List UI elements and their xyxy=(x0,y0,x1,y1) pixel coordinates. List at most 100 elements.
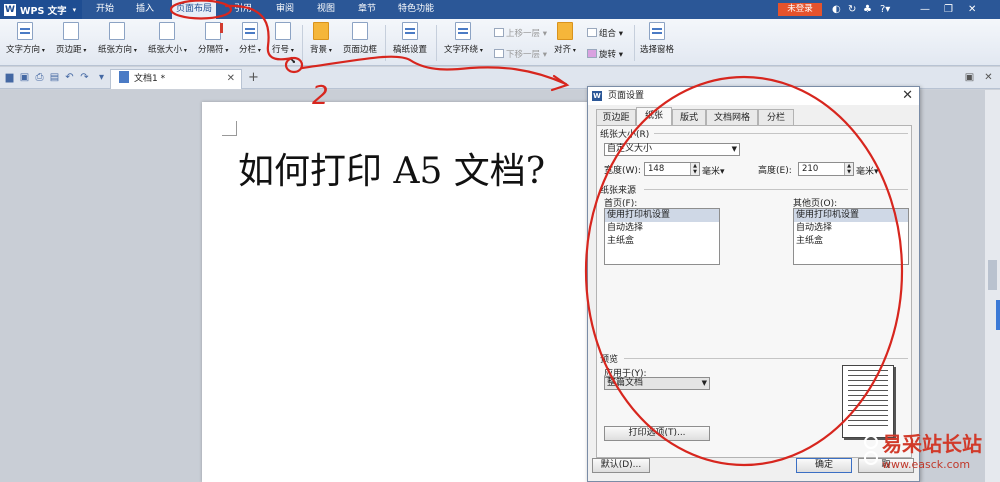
app-name: WPS 文字 xyxy=(20,5,67,17)
ribbon-divider xyxy=(385,25,386,61)
side-panel-tab[interactable] xyxy=(996,300,1000,330)
rotate-button[interactable]: 旋转 ▾ xyxy=(587,48,623,60)
tab-paper[interactable]: 纸张 xyxy=(636,107,672,126)
ribbon-divider xyxy=(634,25,635,61)
page-border-button[interactable]: 页面边框 xyxy=(343,22,377,55)
close-tab-icon[interactable]: ✕ xyxy=(227,70,235,88)
open-folder-icon[interactable]: ▆ xyxy=(4,72,15,83)
width-spinner[interactable]: 148 ▲ ▼ xyxy=(644,162,700,176)
save-icon[interactable]: ▣ xyxy=(19,72,30,83)
tab-margins[interactable]: 页边距 xyxy=(596,109,636,126)
menu-special-features[interactable]: 特色功能 xyxy=(398,0,434,19)
help-icon[interactable]: ?▾ xyxy=(880,0,890,19)
menu-references[interactable]: 引用 xyxy=(234,0,252,19)
skin-icon[interactable]: ◐ xyxy=(832,0,841,19)
tab-layout[interactable]: 版式 xyxy=(672,109,706,126)
margins-button[interactable]: 页边距 xyxy=(56,22,86,55)
list-item[interactable]: 自动选择 xyxy=(794,222,908,235)
first-page-tray-list[interactable]: 使用打印机设置 自动选择 主纸盒 xyxy=(604,208,720,265)
default-button[interactable]: 默认(D)... xyxy=(592,458,650,473)
send-backward-button[interactable]: 下移一层 ▾ xyxy=(494,48,547,60)
group-divider xyxy=(624,358,908,359)
chevron-down-icon: ▼ xyxy=(731,145,737,153)
paper-size-icon xyxy=(159,22,176,40)
minimize-icon[interactable]: — xyxy=(920,0,930,19)
list-item[interactable]: 自动选择 xyxy=(605,222,719,235)
print-preview-icon[interactable]: ▤ xyxy=(49,72,60,83)
quick-access-dropdown-icon[interactable]: ▾ xyxy=(96,72,107,83)
spinner-arrows-icon[interactable]: ▲ ▼ xyxy=(690,163,699,175)
apply-to-select[interactable]: 整篇文档 ▼ xyxy=(604,377,710,390)
list-item[interactable]: 使用打印机设置 xyxy=(605,209,719,222)
document-tab[interactable]: 文档1 * ✕ xyxy=(110,69,242,89)
document-heading[interactable]: 如何打印 A5 文档? xyxy=(238,142,545,194)
print-options-button[interactable]: 打印选项(T)... xyxy=(604,426,710,441)
page-setup-launcher-icon[interactable]: ⬊ xyxy=(290,57,296,65)
ribbon-divider xyxy=(436,25,437,61)
scrollbar-thumb[interactable] xyxy=(988,260,997,290)
menu-view[interactable]: 视图 xyxy=(317,0,335,19)
watermark-url: www.easck.com xyxy=(882,458,971,471)
ribbon-divider xyxy=(302,25,303,61)
preview-group-label: 预览 xyxy=(600,355,619,365)
menu-review[interactable]: 审阅 xyxy=(276,0,294,19)
paper-size-button[interactable]: 纸张大小 xyxy=(148,22,187,55)
other-pages-tray-list[interactable]: 使用打印机设置 自动选择 主纸盒 xyxy=(793,208,909,265)
tab-columns[interactable]: 分栏 xyxy=(758,109,794,126)
print-icon[interactable]: ⎙ xyxy=(34,72,45,83)
redo-icon[interactable]: ↷ xyxy=(79,72,90,83)
list-item[interactable]: 主纸盒 xyxy=(794,235,908,248)
tab-document-grid[interactable]: 文档网格 xyxy=(706,109,758,126)
panel-close-icon[interactable]: ✕ xyxy=(983,72,994,83)
height-spinner[interactable]: 210 ▲ ▼ xyxy=(798,162,854,176)
menu-chapter[interactable]: 章节 xyxy=(358,0,376,19)
list-item[interactable]: 使用打印机设置 xyxy=(794,209,908,222)
ok-button[interactable]: 确定 xyxy=(796,458,852,473)
chevron-down-icon: ▼ xyxy=(701,379,707,387)
dialog-close-icon[interactable]: ✕ xyxy=(902,87,913,105)
orientation-icon xyxy=(109,22,126,40)
background-button[interactable]: 背景 xyxy=(310,22,332,55)
columns-button[interactable]: 分栏 xyxy=(239,22,261,55)
align-icon xyxy=(556,22,573,40)
line-numbers-button[interactable]: 行号 xyxy=(272,22,294,55)
orientation-button[interactable]: 纸张方向 xyxy=(98,22,137,55)
login-button[interactable]: 未登录 xyxy=(778,3,822,16)
text-wrap-button[interactable]: 文字环绕 xyxy=(444,22,483,55)
shirt-icon[interactable]: ♣ xyxy=(863,0,872,19)
document-icon xyxy=(119,71,129,83)
bring-forward-button[interactable]: 上移一层 ▾ xyxy=(494,27,547,39)
app-menu-button[interactable]: W WPS 文字 ▾ xyxy=(0,0,82,19)
new-tab-icon[interactable]: + xyxy=(248,69,259,87)
menu-home[interactable]: 开始 xyxy=(96,0,114,19)
paper-size-select[interactable]: 自定义大小 ▼ xyxy=(604,143,740,156)
site-watermark: 易采站长站 www.easck.com xyxy=(860,424,1000,482)
align-button[interactable]: 对齐 xyxy=(554,22,576,55)
paper-source-group-label: 纸张来源 xyxy=(600,186,637,196)
watermark-logo-icon xyxy=(864,435,878,465)
text-wrap-icon xyxy=(455,22,472,40)
menu-insert[interactable]: 插入 xyxy=(136,0,154,19)
manuscript-icon xyxy=(402,22,418,40)
list-item[interactable]: 主纸盒 xyxy=(605,235,719,248)
undo-icon[interactable]: ↶ xyxy=(64,72,75,83)
document-tab-label: 文档1 * xyxy=(134,74,166,84)
width-unit[interactable]: 毫米▾ xyxy=(702,164,725,177)
manuscript-settings-button[interactable]: 稿纸设置 xyxy=(393,22,427,55)
group-button[interactable]: 组合 ▾ xyxy=(587,27,623,39)
group-divider xyxy=(644,189,908,190)
height-unit[interactable]: 毫米▾ xyxy=(856,164,879,177)
selection-pane-button[interactable]: 选择窗格 xyxy=(640,22,674,55)
refresh-icon[interactable]: ↻ xyxy=(848,0,856,19)
page-border-icon xyxy=(352,22,368,40)
spinner-arrows-icon[interactable]: ▲ ▼ xyxy=(844,163,853,175)
background-icon xyxy=(312,22,329,40)
menu-page-layout[interactable]: 页面布局 xyxy=(172,0,217,19)
text-direction-icon xyxy=(17,22,34,40)
close-window-icon[interactable]: ✕ xyxy=(968,0,976,19)
panel-toggle-icon[interactable]: ▣ xyxy=(964,72,975,83)
breaks-button[interactable]: 分隔符 xyxy=(198,22,228,55)
text-direction-button[interactable]: 文字方向 xyxy=(6,22,45,55)
maximize-icon[interactable]: ❐ xyxy=(944,0,953,19)
dialog-title: 页面设置 xyxy=(608,91,645,101)
